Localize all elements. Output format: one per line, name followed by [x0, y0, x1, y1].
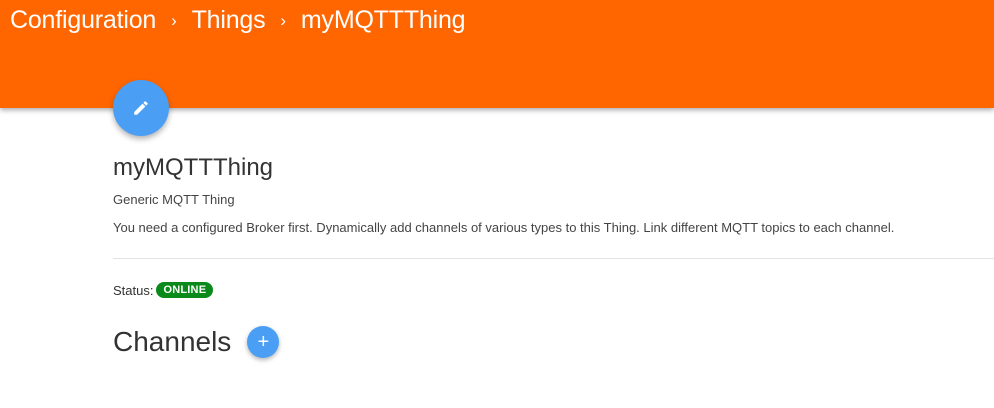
plus-icon: + [257, 331, 270, 353]
channels-title: Channels [113, 326, 232, 357]
thing-title: myMQTTThing [113, 154, 274, 181]
breadcrumb-current-thing: myMQTTThing [300, 6, 466, 34]
thing-details: myMQTTThing Generic MQTT Thing You need … [113, 150, 994, 359]
breadcrumb-configuration[interactable]: Configuration [10, 6, 156, 35]
breadcrumb-things[interactable]: Things [192, 6, 266, 35]
thing-description: You need a configured Broker first. Dyna… [113, 220, 895, 235]
status-row: Status: ONLINE [113, 282, 994, 298]
edit-button[interactable] [113, 80, 169, 136]
breadcrumb-separator: › [280, 10, 286, 30]
thing-type: Generic MQTT Thing [113, 192, 235, 207]
divider [113, 258, 994, 259]
breadcrumb-separator: › [171, 10, 177, 30]
pencil-icon [134, 101, 148, 115]
breadcrumb: Configuration › Things › myMQTTThing [10, 6, 466, 35]
channels-header: Channels + [113, 325, 994, 359]
add-channel-button[interactable]: + [247, 326, 280, 358]
status-label: Status: [113, 282, 154, 298]
status-badge: ONLINE [156, 282, 214, 298]
